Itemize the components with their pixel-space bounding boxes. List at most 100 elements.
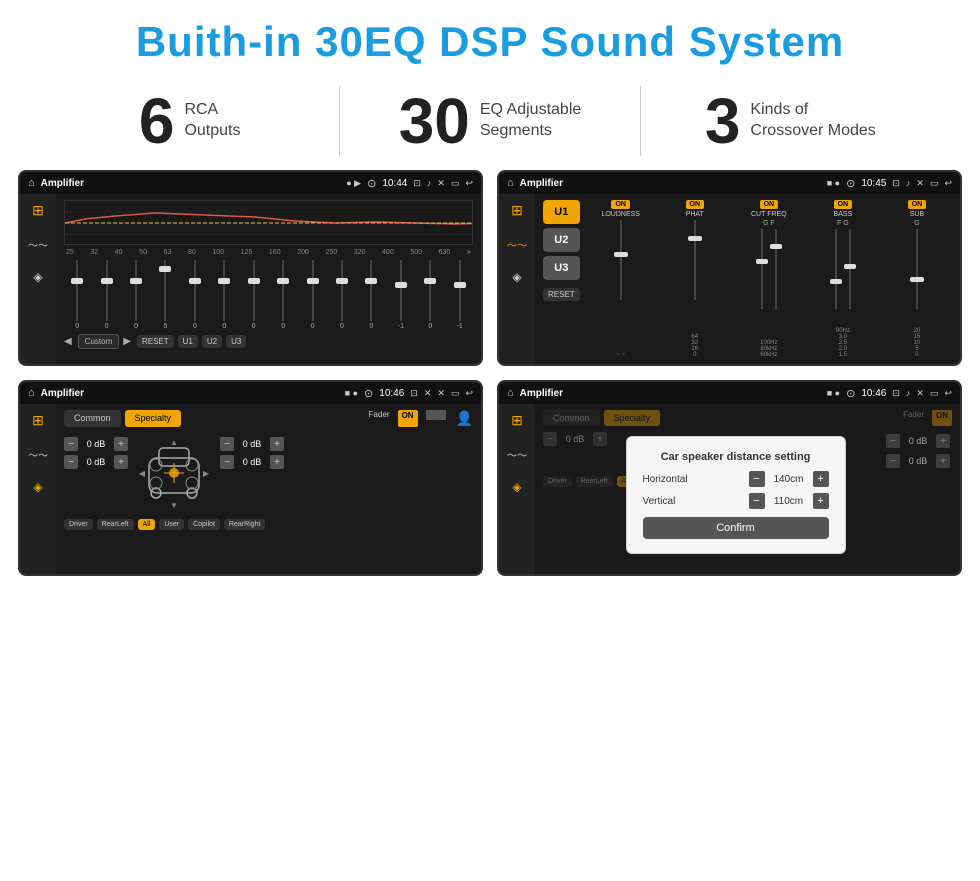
- fader-tabs: Common Specialty Fader ON 👤: [64, 410, 473, 427]
- crossover-u1-btn[interactable]: U1: [543, 200, 580, 224]
- stat-number-crossover: 3: [705, 89, 741, 153]
- cutfreq-slider[interactable]: [734, 229, 804, 338]
- eq-more-icon[interactable]: »: [467, 249, 471, 256]
- eq-sidebar-wave-icon[interactable]: 〜〜: [28, 237, 48, 252]
- horizontal-minus[interactable]: −: [749, 471, 765, 487]
- crossover-home-icon[interactable]: ⌂: [507, 177, 514, 189]
- crossover-u2-btn[interactable]: U2: [543, 228, 580, 252]
- fader-left-vols: − 0 dB + − 0 dB +: [64, 437, 128, 513]
- loudness-slider[interactable]: [586, 220, 656, 350]
- vertical-label: Vertical: [643, 496, 749, 507]
- eq-back-icon[interactable]: ↩: [465, 178, 473, 189]
- fader-rearright-btn[interactable]: RearRight: [224, 519, 266, 530]
- phat-toggle[interactable]: ON: [686, 200, 705, 209]
- confirm-speaker-icon[interactable]: ◈: [512, 480, 521, 494]
- eq-slider-1[interactable]: 0: [64, 260, 90, 330]
- stat-crossover: 3 Kinds of Crossover Modes: [661, 89, 920, 153]
- car-diagram: ▲ ▼ ◀ ▶: [134, 433, 214, 513]
- vertical-plus[interactable]: +: [813, 493, 829, 509]
- confirm-wave-icon[interactable]: 〜〜: [507, 447, 527, 462]
- eq-slider-3[interactable]: 0: [123, 260, 149, 330]
- crossover-reset-btn[interactable]: RESET: [543, 288, 580, 301]
- vol2-minus[interactable]: −: [64, 455, 78, 469]
- fader-user-btn[interactable]: User: [159, 519, 184, 530]
- confirm-button[interactable]: Confirm: [643, 517, 829, 539]
- vol3-plus[interactable]: +: [270, 437, 284, 451]
- horizontal-stepper: − 140cm +: [749, 471, 829, 487]
- eq-slider-10[interactable]: 0: [329, 260, 355, 330]
- eq-close-icon[interactable]: ✕: [437, 178, 445, 189]
- fader-copilot-btn[interactable]: Copilot: [188, 519, 220, 530]
- eq-slider-13[interactable]: 0: [417, 260, 443, 330]
- eq-prev-btn[interactable]: ◀: [64, 336, 72, 347]
- eq-graph: [64, 200, 473, 245]
- home-icon[interactable]: ⌂: [28, 177, 35, 189]
- bass-slider[interactable]: [808, 229, 878, 326]
- crossover-controls-grid: ON LOUDNESS ~ ~ ON PHAT: [586, 200, 952, 358]
- eq-sidebar-tuner-icon[interactable]: ⊞: [32, 202, 44, 219]
- fader-time: 10:46: [379, 388, 404, 399]
- eq-slider-11[interactable]: 0: [358, 260, 384, 330]
- eq-slider-4[interactable]: 5: [152, 260, 178, 330]
- eq-slider-12[interactable]: -1: [388, 260, 414, 330]
- loudness-toggle[interactable]: ON: [611, 200, 630, 209]
- eq-u3-btn[interactable]: U3: [226, 335, 246, 348]
- fader-tuner-icon[interactable]: ⊞: [32, 412, 44, 429]
- vol4-minus[interactable]: −: [220, 455, 234, 469]
- eq-u2-btn[interactable]: U2: [202, 335, 222, 348]
- fader-speaker-icon[interactable]: ◈: [33, 480, 42, 494]
- crossover-speaker-icon[interactable]: ◈: [512, 270, 521, 284]
- eq-screen-content: ⊞ 〜〜 ◈: [20, 194, 481, 364]
- fader-rearleft-btn[interactable]: RearLeft: [97, 519, 134, 530]
- crossover-tuner-icon[interactable]: ⊞: [511, 202, 523, 219]
- confirm-status-bar: ⌂ Amplifier ■ ● ⊙ 10:46 ⊡ ♪ ✕ ▭ ↩: [499, 382, 960, 404]
- vertical-value: 110cm: [769, 496, 809, 507]
- fader-driver-btn[interactable]: Driver: [64, 519, 93, 530]
- vol2-plus[interactable]: +: [114, 455, 128, 469]
- fader-wave-icon[interactable]: 〜〜: [28, 447, 48, 462]
- vol1-plus[interactable]: +: [114, 437, 128, 451]
- confirm-right-vols: −0 dB+ −0 dB+: [886, 434, 950, 468]
- fader-screen-content: ⊞ 〜〜 ◈ Common Specialty Fader ON 👤: [20, 404, 481, 574]
- confirm-home-icon[interactable]: ⌂: [507, 387, 514, 399]
- fader-slider-mini[interactable]: [426, 410, 446, 420]
- eq-custom-btn[interactable]: Custom: [78, 334, 120, 349]
- eq-slider-5[interactable]: 0: [182, 260, 208, 330]
- eq-window-icon[interactable]: ▭: [451, 178, 460, 189]
- eq-sliders: 0 0 0 5 0: [64, 260, 473, 330]
- vol3-minus[interactable]: −: [220, 437, 234, 451]
- vol4-plus[interactable]: +: [270, 455, 284, 469]
- phat-slider[interactable]: [660, 220, 730, 332]
- cutfreq-toggle[interactable]: ON: [760, 200, 779, 209]
- tab-common[interactable]: Common: [64, 410, 121, 427]
- bass-toggle[interactable]: ON: [834, 200, 853, 209]
- eq-freq-labels: 253240 506380 100125160 200250320 400500…: [64, 249, 473, 256]
- eq-slider-2[interactable]: 0: [93, 260, 119, 330]
- crossover-time: 10:45: [861, 178, 886, 189]
- fader-home-icon[interactable]: ⌂: [28, 387, 35, 399]
- eq-slider-14[interactable]: -1: [446, 260, 472, 330]
- eq-slider-8[interactable]: 0: [270, 260, 296, 330]
- fader-person-icon[interactable]: 👤: [456, 410, 473, 427]
- sub-slider[interactable]: [882, 229, 952, 326]
- fader-toggle[interactable]: ON: [398, 410, 418, 427]
- eq-slider-9[interactable]: 0: [299, 260, 325, 330]
- eq-sidebar-speaker-icon[interactable]: ◈: [33, 270, 42, 284]
- crossover-wave-icon[interactable]: 〜〜: [507, 237, 527, 252]
- confirm-tuner-icon[interactable]: ⊞: [511, 412, 523, 429]
- tab-specialty[interactable]: Specialty: [125, 410, 182, 427]
- vertical-minus[interactable]: −: [749, 493, 765, 509]
- horizontal-plus[interactable]: +: [813, 471, 829, 487]
- vol1-minus[interactable]: −: [64, 437, 78, 451]
- sub-toggle[interactable]: ON: [908, 200, 927, 209]
- eq-u1-btn[interactable]: U1: [178, 335, 198, 348]
- crossover-u3-btn[interactable]: U3: [543, 256, 580, 280]
- screens-grid: ⌂ Amplifier ● ▶ ⊙ 10:44 ⊡ ♪ ✕ ▭ ↩ ⊞ 〜〜 ◈: [0, 170, 980, 576]
- eq-slider-6[interactable]: 0: [211, 260, 237, 330]
- eq-slider-7[interactable]: 0: [241, 260, 267, 330]
- eq-next-btn[interactable]: ▶: [123, 336, 131, 347]
- eq-reset-btn[interactable]: RESET: [137, 335, 174, 348]
- crossover-status-bar: ⌂ Amplifier ■ ● ⊙ 10:45 ⊡ ♪ ✕ ▭ ↩: [499, 172, 960, 194]
- fader-all-btn[interactable]: All: [138, 519, 156, 530]
- stat-divider-2: [640, 86, 641, 156]
